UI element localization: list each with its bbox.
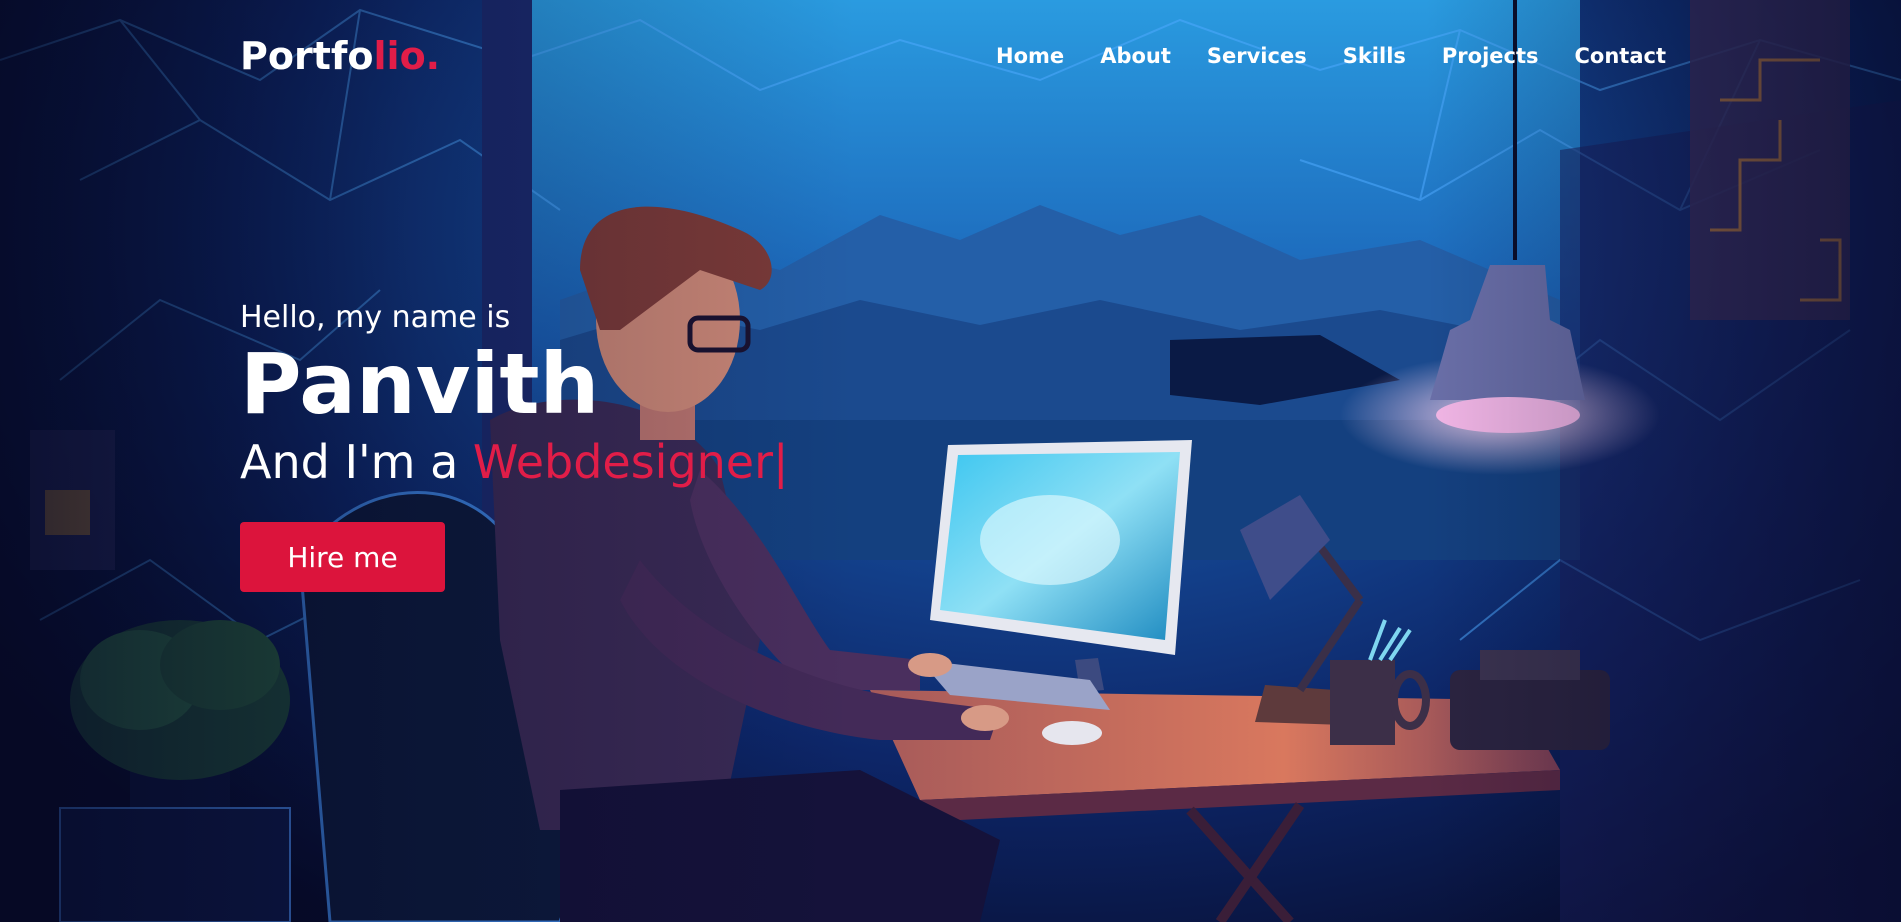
hero-name: Panvith: [240, 335, 600, 433]
top-navbar: Portfolio. Home About Services Skills Pr…: [240, 30, 1666, 86]
hero-role-line: And I'm a Webdesigner|: [240, 432, 789, 492]
portfolio-page: Portfolio. Home About Services Skills Pr…: [0, 0, 1901, 922]
hero-role-prefix: And I'm a: [240, 435, 459, 489]
logo-main-text: Portfo: [240, 34, 374, 78]
hire-me-button[interactable]: Hire me: [240, 522, 445, 592]
nav-link-skills[interactable]: Skills: [1343, 44, 1406, 68]
typing-cursor: |: [773, 435, 789, 489]
logo-accent-text: lio.: [373, 34, 441, 78]
hero-role: Webdesigner: [472, 435, 774, 489]
nav-links: Home About Services Skills Projects Cont…: [996, 44, 1666, 68]
nav-link-home[interactable]: Home: [996, 44, 1064, 68]
logo-link[interactable]: Portfolio.: [240, 34, 440, 78]
nav-link-contact[interactable]: Contact: [1575, 44, 1667, 68]
nav-link-services[interactable]: Services: [1207, 44, 1307, 68]
nav-link-about[interactable]: About: [1100, 44, 1171, 68]
hero-section: Hello, my name is Panvith And I'm a Webd…: [240, 300, 789, 592]
nav-link-projects[interactable]: Projects: [1442, 44, 1539, 68]
hero-greeting: Hello, my name is: [240, 300, 511, 335]
